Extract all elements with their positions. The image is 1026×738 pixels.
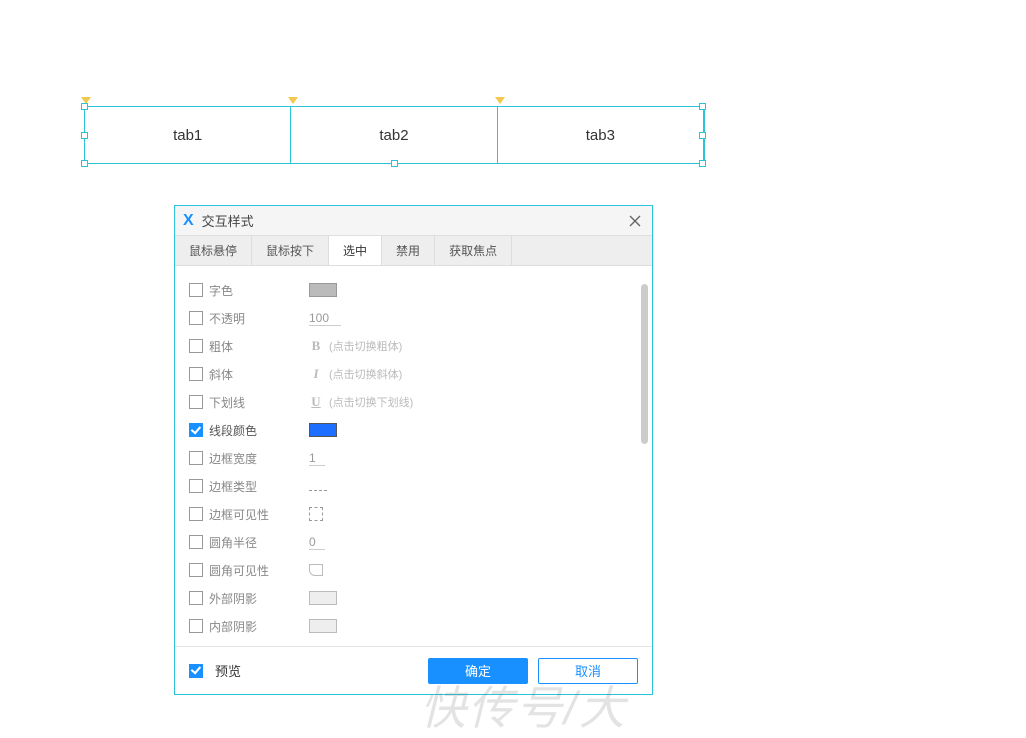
prop-label: 斜体 xyxy=(209,366,309,383)
color-swatch[interactable] xyxy=(309,283,337,297)
dialog-tab-bar: 鼠标悬停 鼠标按下 选中 禁用 获取焦点 xyxy=(175,236,652,266)
preview-label: 预览 xyxy=(215,661,241,680)
axure-logo-icon: X xyxy=(183,212,194,230)
prop-border-width: 边框宽度 xyxy=(189,444,638,472)
shadow-swatch[interactable] xyxy=(309,591,337,605)
prop-opacity: 不透明 xyxy=(189,304,638,332)
prop-border-type: 边框类型 xyxy=(189,472,638,500)
checkbox[interactable] xyxy=(189,339,203,353)
tab-selected[interactable]: 选中 xyxy=(329,236,382,265)
prop-label: 线段颜色 xyxy=(209,422,309,439)
checkbox[interactable] xyxy=(189,283,203,297)
checkbox[interactable] xyxy=(189,591,203,605)
prop-bold: 粗体 B (点击切换粗体) xyxy=(189,332,638,360)
tab-mouse-down[interactable]: 鼠标按下 xyxy=(252,236,329,265)
interaction-styles-dialog: X 交互样式 鼠标悬停 鼠标按下 选中 禁用 获取焦点 字色 不透明 xyxy=(174,205,653,695)
prop-text-color: 字色 xyxy=(189,276,638,304)
prop-line-color: 线段颜色 xyxy=(189,416,638,444)
property-list: 字色 不透明 粗体 B (点击切换粗体) 斜体 I (点击切换斜体) 下划线 xyxy=(189,276,638,646)
prop-label: 内部阴影 xyxy=(209,618,309,635)
dialog-footer: 预览 确定 取消 xyxy=(175,646,652,694)
prop-label: 下划线 xyxy=(209,394,309,411)
tab-label: tab3 xyxy=(586,127,615,144)
prop-underline: 下划线 U (点击切换下划线) xyxy=(189,388,638,416)
prop-label: 边框宽度 xyxy=(209,450,309,467)
checkbox[interactable] xyxy=(189,479,203,493)
prop-border-visibility: 边框可见性 xyxy=(189,500,638,528)
tab-label: tab2 xyxy=(379,127,408,144)
italic-icon[interactable]: I xyxy=(309,366,323,382)
dialog-body: 字色 不透明 粗体 B (点击切换粗体) 斜体 I (点击切换斜体) 下划线 xyxy=(175,266,652,646)
checkbox[interactable] xyxy=(189,619,203,633)
tab-group[interactable]: tab1 tab2 tab3 xyxy=(84,106,705,164)
prop-italic: 斜体 I (点击切换斜体) xyxy=(189,360,638,388)
checkbox[interactable] xyxy=(189,535,203,549)
anchor-triangle-icon xyxy=(288,97,298,104)
tab-cell-1[interactable]: tab1 xyxy=(85,107,291,163)
checkbox[interactable] xyxy=(189,507,203,521)
border-visibility-icon[interactable] xyxy=(309,507,323,521)
prop-label: 粗体 xyxy=(209,338,309,355)
resize-handle[interactable] xyxy=(699,160,706,167)
close-button[interactable] xyxy=(626,212,644,230)
corner-visibility-icon[interactable] xyxy=(309,564,323,576)
prop-label: 边框类型 xyxy=(209,478,309,495)
hint-text: (点击切换粗体) xyxy=(329,338,402,354)
checkbox[interactable] xyxy=(189,451,203,465)
prop-label: 外部阴影 xyxy=(209,590,309,607)
tab-cell-2[interactable]: tab2 xyxy=(291,107,497,163)
close-icon xyxy=(629,215,641,227)
resize-handle[interactable] xyxy=(699,103,706,110)
tab-focus[interactable]: 获取焦点 xyxy=(435,236,512,265)
prop-label: 圆角可见性 xyxy=(209,562,309,579)
checkbox[interactable] xyxy=(189,311,203,325)
line-style-icon[interactable] xyxy=(309,481,327,491)
prop-outer-shadow: 外部阴影 xyxy=(189,584,638,612)
border-width-input[interactable] xyxy=(309,451,325,466)
hint-text: (点击切换斜体) xyxy=(329,366,402,382)
resize-handle[interactable] xyxy=(81,103,88,110)
canvas-selection[interactable]: tab1 tab2 tab3 xyxy=(84,106,705,164)
anchor-triangle-icon xyxy=(495,97,505,104)
checkbox[interactable] xyxy=(189,563,203,577)
prop-label: 圆角半径 xyxy=(209,534,309,551)
tab-cell-3[interactable]: tab3 xyxy=(498,107,704,163)
resize-handle[interactable] xyxy=(81,160,88,167)
color-swatch[interactable] xyxy=(309,423,337,437)
tab-mouse-over[interactable]: 鼠标悬停 xyxy=(175,236,252,265)
dialog-title: 交互样式 xyxy=(202,211,626,230)
dialog-titlebar[interactable]: X 交互样式 xyxy=(175,206,652,236)
ok-button[interactable]: 确定 xyxy=(428,658,528,684)
checkbox[interactable] xyxy=(189,367,203,381)
checkbox[interactable] xyxy=(189,423,203,437)
prop-inner-shadow: 内部阴影 xyxy=(189,612,638,640)
checkbox[interactable] xyxy=(189,395,203,409)
tab-disabled[interactable]: 禁用 xyxy=(382,236,435,265)
prop-label: 字色 xyxy=(209,282,309,299)
hint-text: (点击切换下划线) xyxy=(329,394,413,410)
opacity-input[interactable] xyxy=(309,311,341,326)
prop-label: 不透明 xyxy=(209,310,309,327)
prop-label: 边框可见性 xyxy=(209,506,309,523)
tab-label: tab1 xyxy=(173,127,202,144)
prop-corner-visibility: 圆角可见性 xyxy=(189,556,638,584)
shadow-swatch[interactable] xyxy=(309,619,337,633)
bold-icon[interactable]: B xyxy=(309,338,323,354)
scrollbar-thumb[interactable] xyxy=(641,284,648,444)
corner-radius-input[interactable] xyxy=(309,535,325,550)
resize-handle[interactable] xyxy=(699,132,706,139)
resize-handle[interactable] xyxy=(391,160,398,167)
preview-checkbox[interactable] xyxy=(189,664,203,678)
resize-handle[interactable] xyxy=(81,132,88,139)
cancel-button[interactable]: 取消 xyxy=(538,658,638,684)
prop-corner-radius: 圆角半径 xyxy=(189,528,638,556)
underline-icon[interactable]: U xyxy=(309,394,323,410)
